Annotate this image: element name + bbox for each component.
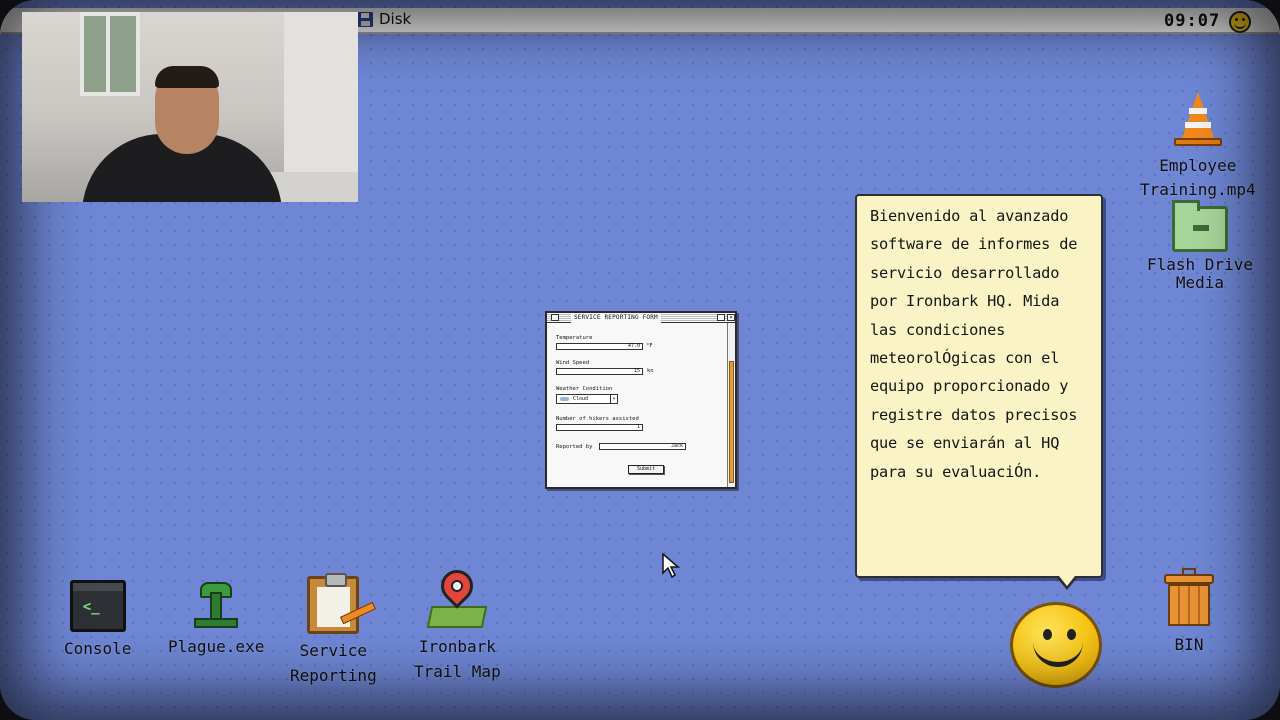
vlc-cone-icon: [1171, 92, 1225, 150]
folder-icon: [1171, 200, 1228, 252]
submit-button[interactable]: Submit: [628, 465, 664, 474]
window-close-button[interactable]: [551, 314, 559, 321]
temperature-label: Temperature: [556, 335, 593, 341]
plant-icon: [188, 578, 244, 630]
floppy-disk-icon: [358, 11, 373, 27]
wind-speed-unit: kn: [647, 368, 654, 374]
temperature-input[interactable]: 47.0: [556, 343, 643, 350]
reported-by-label: Reported by: [556, 444, 593, 450]
mouse-cursor-icon: [662, 553, 680, 579]
reported-by-input[interactable]: Jack: [599, 443, 686, 450]
trash-bin-icon: [1164, 568, 1214, 628]
disk-menu-label: Disk: [379, 10, 412, 28]
bubble-message: Bienvenido al avanzado software de infor…: [870, 207, 1078, 481]
trail-map-desktop-icon[interactable]: Ironbark Trail Map: [414, 563, 501, 684]
smiley-assistant-icon[interactable]: [1010, 602, 1102, 688]
window-title: SERVICE REPORTING FORM: [571, 313, 661, 323]
form-scrollbar[interactable]: [727, 323, 735, 487]
weather-condition-label: Weather Condition: [556, 386, 613, 392]
webcam-overlay: [22, 12, 358, 202]
clipboard-icon: [307, 573, 377, 634]
service-reporting-form-window[interactable]: SERVICE REPORTING FORM × Temperature 47.…: [545, 311, 737, 489]
window-close-x-button[interactable]: ×: [727, 314, 735, 321]
weather-condition-select[interactable]: Cloud ▾: [556, 394, 618, 404]
console-desktop-icon[interactable]: <_ Console: [64, 580, 131, 661]
temperature-unit: °F: [646, 343, 653, 349]
terminal-icon: <_: [69, 580, 126, 632]
window-zoom-button[interactable]: [717, 314, 725, 321]
bin-label: BIN: [1174, 635, 1204, 654]
flash-drive-label: Flash Drive Media: [1147, 255, 1253, 292]
scrollbar-thumb[interactable]: [729, 361, 734, 483]
flash-drive-desktop-icon[interactable]: Flash Drive Media: [1147, 200, 1253, 292]
hikers-assisted-input[interactable]: 1: [556, 424, 643, 431]
cloud-icon: [560, 397, 569, 401]
hikers-assisted-label: Number of hikers assisted: [556, 416, 639, 422]
console-label: Console: [64, 639, 132, 658]
clock: 09:07: [1164, 11, 1221, 31]
chevron-down-icon: ▾: [610, 395, 617, 403]
map-pin-icon: [427, 563, 488, 630]
assistant-speech-bubble: Bienvenido al avanzado software de infor…: [855, 194, 1103, 590]
weather-condition-value: Cloud: [573, 396, 589, 402]
pencil-icon: [340, 601, 377, 625]
plague-exe-label: Plague.exe: [168, 637, 265, 656]
service-reporting-desktop-icon[interactable]: Service Reporting: [290, 573, 377, 688]
trail-map-label: Ironbark Trail Map: [414, 637, 501, 681]
wind-speed-label: Wind Speed: [556, 360, 590, 366]
wind-speed-input[interactable]: 15: [556, 368, 643, 375]
employee-training-desktop-icon[interactable]: Employee Training.mp4: [1140, 92, 1256, 202]
disk-menu[interactable]: Disk: [358, 10, 411, 28]
window-titlebar[interactable]: SERVICE REPORTING FORM ×: [547, 313, 735, 323]
smiley-status-icon[interactable]: [1229, 11, 1251, 33]
bin-desktop-icon[interactable]: BIN: [1164, 568, 1214, 657]
service-reporting-label: Service Reporting: [290, 641, 377, 685]
plague-exe-desktop-icon[interactable]: Plague.exe: [168, 578, 264, 659]
employee-training-label: Employee Training.mp4: [1140, 156, 1256, 199]
